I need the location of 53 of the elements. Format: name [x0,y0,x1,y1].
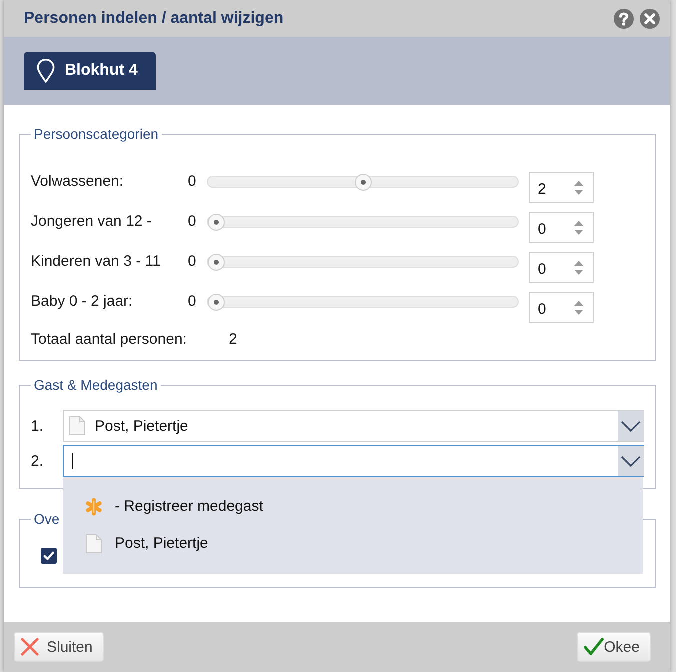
checkmark-icon [584,638,604,656]
window-title: Personen indelen / aantal wijzigen [24,10,284,28]
category-label: Baby 0 - 2 jaar: [31,292,134,312]
close-icon[interactable] [640,8,660,28]
document-icon [69,416,86,436]
group-legend: Gast & Medegasten [31,377,161,393]
group-legend: Persoonscategorien [31,126,162,142]
slider-thumb[interactable] [208,294,225,310]
category-label: Jongeren van 12 - [31,212,153,232]
dropdown-item[interactable]: Post, Pietertje [63,525,643,562]
map-pin-icon [37,59,55,83]
close-button[interactable]: Sluiten [14,632,104,662]
ok-button[interactable]: Okee [577,632,651,662]
checkbox[interactable] [41,548,57,564]
slider-min-label: 0 [188,172,198,192]
cross-icon [21,638,39,656]
slider-min-label: 0 [188,212,198,232]
slider-thumb[interactable] [354,174,372,190]
asterisk-icon [85,496,103,516]
total-label: Totaal aantal personen: [31,331,187,348]
slider-track[interactable] [207,216,519,228]
spinner-arrows-icon[interactable] [573,220,585,236]
number-field[interactable]: 0 [529,292,594,323]
guest-number: 2. [31,452,44,470]
guest-combobox[interactable]: Post, Pietertje [63,410,644,442]
category-label: Volwassenen: [31,172,125,192]
group-legend: Ove [31,511,63,527]
total-value: 2 [229,331,238,348]
slider-min-label: 0 [188,252,198,272]
dropdown-item[interactable]: - Registreer medegast [63,488,643,525]
location-tab[interactable]: Blokhut 4 [24,52,156,90]
slider-thumb[interactable] [208,254,225,270]
text-cursor-icon [72,453,73,469]
spinner-arrows-icon[interactable] [573,180,585,196]
slider-min-label: 0 [188,292,198,312]
dropdown-button[interactable] [618,446,644,476]
number-field[interactable]: 2 [529,172,594,203]
spinner-arrows-icon[interactable] [573,300,585,316]
guest-combobox[interactable] [63,445,644,477]
dropdown-button[interactable] [618,411,644,441]
number-field[interactable]: 0 [529,252,594,283]
guest-number: 1. [31,418,44,434]
slider-track[interactable] [207,176,519,188]
document-icon [85,534,103,554]
slider-track[interactable] [207,296,519,308]
number-field[interactable]: 0 [529,212,594,243]
chevron-down-icon [621,420,641,432]
chevron-down-icon [621,456,641,466]
slider-thumb[interactable] [208,214,225,230]
category-label: Kinderen van 3 - 11 [31,252,162,272]
slider-track[interactable] [207,256,519,268]
help-icon[interactable] [614,8,634,28]
spinner-arrows-icon[interactable] [573,260,585,276]
